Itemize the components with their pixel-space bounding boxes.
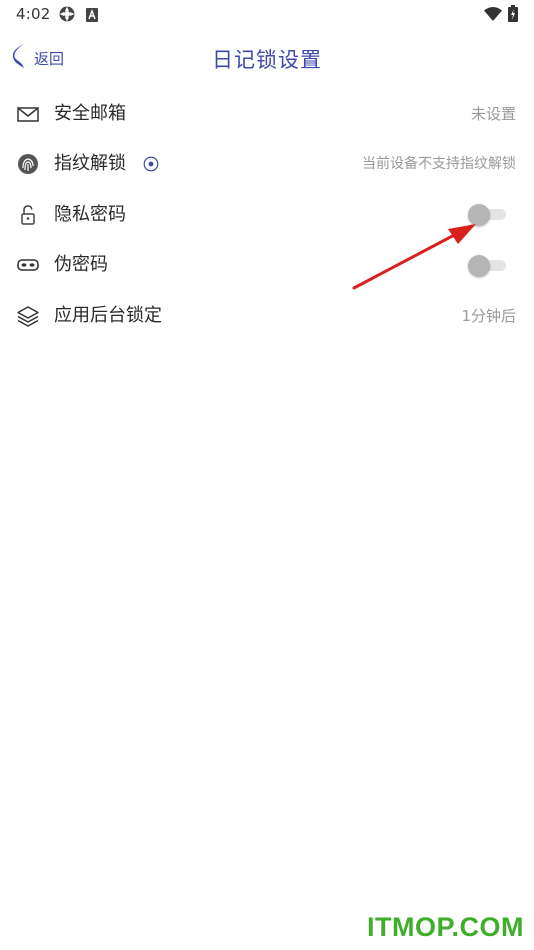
row-label: 伪密码 — [54, 254, 108, 275]
status-bar: 4:02 — [0, 0, 534, 28]
row-value: 未设置 — [470, 105, 516, 123]
row-value: 当前设备不支持指纹解锁 — [362, 156, 516, 172]
notification-a-icon — [86, 7, 98, 26]
annotation-arrow-icon — [352, 224, 476, 290]
battery-charging-icon — [508, 5, 518, 26]
settings-gear-icon — [58, 5, 76, 27]
status-time: 4:02 — [16, 5, 51, 23]
wifi-icon — [484, 6, 502, 25]
row-background-lock[interactable]: 应用后台锁定 1分钟后 — [0, 291, 534, 341]
fingerprint-icon — [16, 152, 40, 176]
info-circle-icon[interactable] — [143, 156, 159, 172]
row-value: 1分钟后 — [461, 307, 516, 325]
page-title: 日记锁设置 — [212, 48, 322, 72]
watermark-logo: ITMOP.COM — [366, 912, 524, 942]
layers-icon — [16, 304, 40, 328]
nav-bar: 返回 日记锁设置 — [0, 36, 534, 80]
row-label: 指纹解锁 — [54, 153, 126, 174]
row-label: 隐私密码 — [54, 204, 126, 225]
row-label: 安全邮箱 — [54, 103, 126, 124]
mask-icon — [16, 253, 40, 277]
unlock-icon — [16, 203, 40, 227]
mail-icon — [16, 102, 40, 126]
row-label: 应用后台锁定 — [54, 305, 162, 326]
row-safe-email[interactable]: 安全邮箱 未设置 — [0, 89, 534, 139]
row-fingerprint-unlock[interactable]: 指纹解锁 当前设备不支持指纹解锁 — [0, 139, 534, 189]
